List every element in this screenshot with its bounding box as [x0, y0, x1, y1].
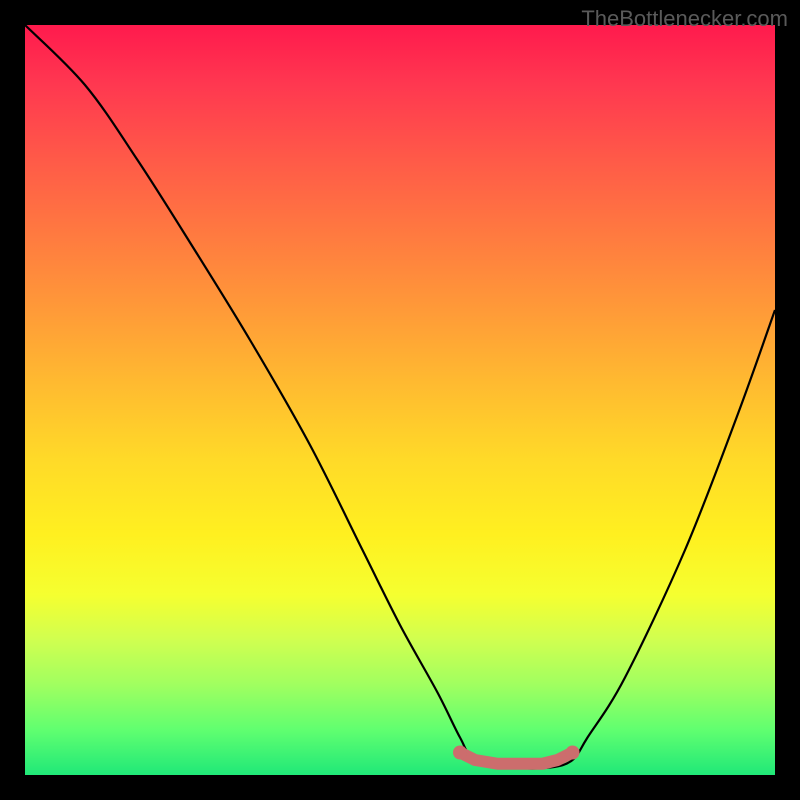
optimal-range-line: [460, 753, 573, 764]
bottleneck-curve: [25, 25, 775, 768]
optimal-range-markers: [453, 746, 580, 764]
chart-area: [25, 25, 775, 775]
watermark-text: TheBottlenecker.com: [581, 6, 788, 32]
optimal-range-endpoint: [566, 746, 580, 760]
curve-svg: [25, 25, 775, 775]
optimal-range-endpoint: [453, 746, 467, 760]
